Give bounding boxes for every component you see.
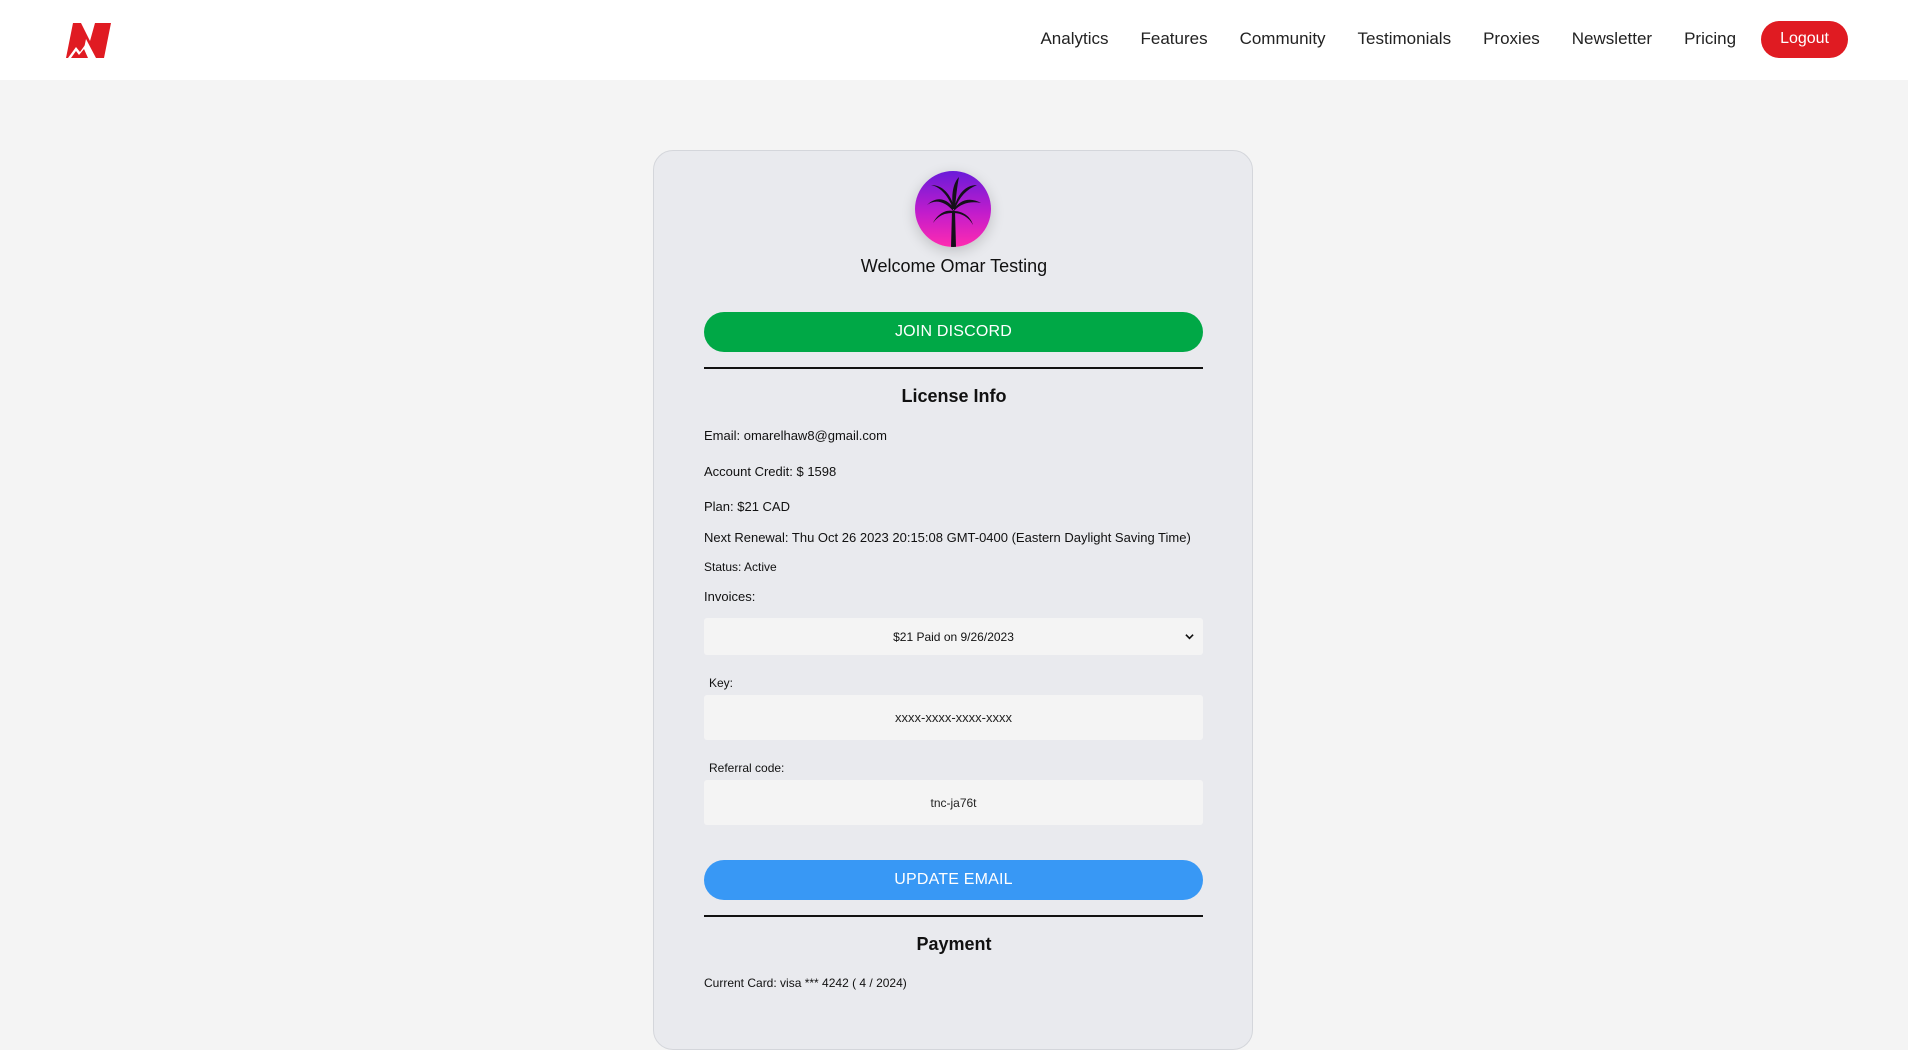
divider bbox=[704, 367, 1203, 369]
account-credit-text: Account Credit: $ 1598 bbox=[704, 464, 837, 479]
join-discord-button[interactable]: JOIN DISCORD bbox=[704, 312, 1203, 352]
top-navbar: Analytics Features Community Testimonial… bbox=[0, 0, 1908, 80]
plan-text: Plan: $21 CAD bbox=[704, 499, 790, 514]
referral-code-field[interactable] bbox=[704, 780, 1203, 825]
welcome-text: Welcome Omar Testing bbox=[860, 256, 1048, 276]
update-email-button[interactable]: UPDATE EMAIL bbox=[704, 860, 1203, 900]
logout-button[interactable]: Logout bbox=[1761, 20, 1848, 58]
avatar bbox=[915, 171, 991, 247]
current-card-text: Current Card: visa *** 4242 ( 4 / 2024) bbox=[704, 976, 907, 990]
account-card: Welcome Omar Testing JOIN DISCORD Licens… bbox=[653, 150, 1253, 1050]
nav-analytics[interactable]: Analytics bbox=[1040, 19, 1108, 59]
referral-label: Referral code: bbox=[709, 761, 785, 775]
next-renewal-text: Next Renewal: Thu Oct 26 2023 20:15:08 G… bbox=[704, 530, 1191, 545]
nav-features[interactable]: Features bbox=[1140, 19, 1207, 59]
key-label: Key: bbox=[709, 676, 734, 690]
invoices-label: Invoices: bbox=[704, 589, 756, 604]
brand-logo-icon[interactable] bbox=[64, 21, 112, 59]
nav-community[interactable]: Community bbox=[1240, 19, 1326, 59]
divider bbox=[704, 915, 1203, 917]
nav-proxies[interactable]: Proxies bbox=[1483, 19, 1540, 59]
license-info-title: License Info bbox=[901, 386, 1007, 406]
status-text: Status: Active bbox=[704, 560, 777, 574]
palm-tree-avatar bbox=[915, 171, 991, 247]
main-nav: Analytics Features Community Testimonial… bbox=[1008, 19, 1848, 59]
invoice-selected-value: $21 Paid on 9/26/2023 bbox=[893, 629, 1014, 644]
email-text: Email: omarelhaw8@gmail.com bbox=[704, 428, 887, 443]
payment-title: Payment bbox=[916, 934, 992, 954]
nav-testimonials[interactable]: Testimonials bbox=[1358, 19, 1452, 59]
nav-newsletter[interactable]: Newsletter bbox=[1572, 19, 1652, 59]
chevron-down-icon bbox=[1185, 634, 1194, 640]
invoices-select[interactable]: $21 Paid on 9/26/2023 bbox=[704, 618, 1203, 655]
key-field[interactable] bbox=[704, 695, 1203, 740]
nav-pricing[interactable]: Pricing bbox=[1684, 19, 1736, 59]
